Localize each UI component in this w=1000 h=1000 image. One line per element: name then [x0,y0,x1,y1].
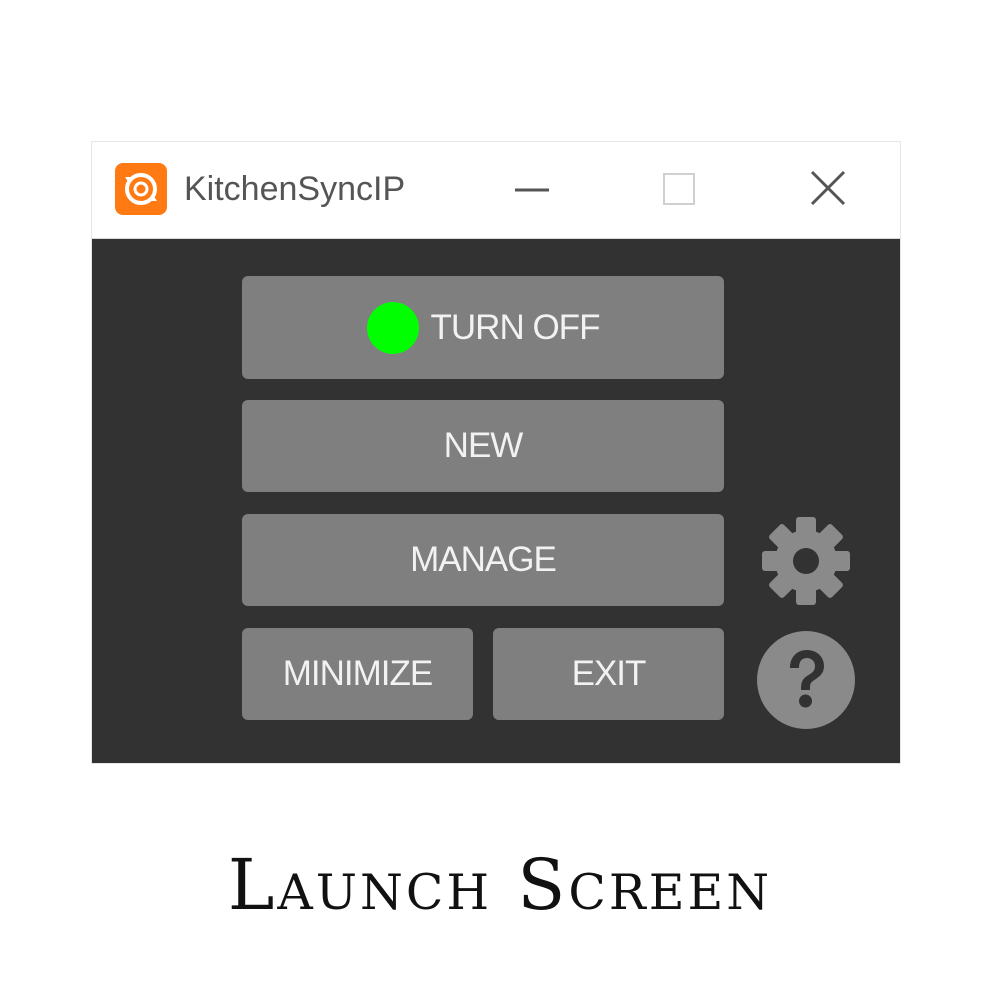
new-label: NEW [443,426,524,465]
question-mark-icon [757,631,855,729]
turn-off-button[interactable]: TURN OFF [242,276,724,379]
turn-off-label: TURN OFF [430,307,601,347]
manage-label: MANAGE [410,540,557,579]
exit-label: EXIT [571,654,647,693]
minimize-icon [515,188,549,192]
window-maximize-button[interactable] [649,160,709,220]
gear-icon [762,517,850,605]
window-close-button[interactable] [798,160,858,220]
settings-button[interactable] [756,511,856,611]
new-button[interactable]: NEW [242,400,724,492]
exit-button[interactable]: EXIT [493,628,724,720]
maximize-icon [663,173,695,205]
caption: Launch Screen [227,844,773,926]
close-icon [810,170,846,206]
window-title: KitchenSyncIP [184,170,406,208]
minimize-label: MINIMIZE [282,654,433,693]
title-bar[interactable]: KitchenSyncIP [92,142,900,239]
manage-button[interactable]: MANAGE [242,514,724,606]
minimize-button[interactable]: MINIMIZE [242,628,473,720]
app-logo-icon [115,163,167,215]
help-button[interactable] [756,630,856,730]
app-window: KitchenSyncIP TURN OFF NEW MANAGE MINIMI… [91,141,901,764]
status-indicator [366,301,419,354]
window-minimize-button[interactable] [502,160,562,220]
